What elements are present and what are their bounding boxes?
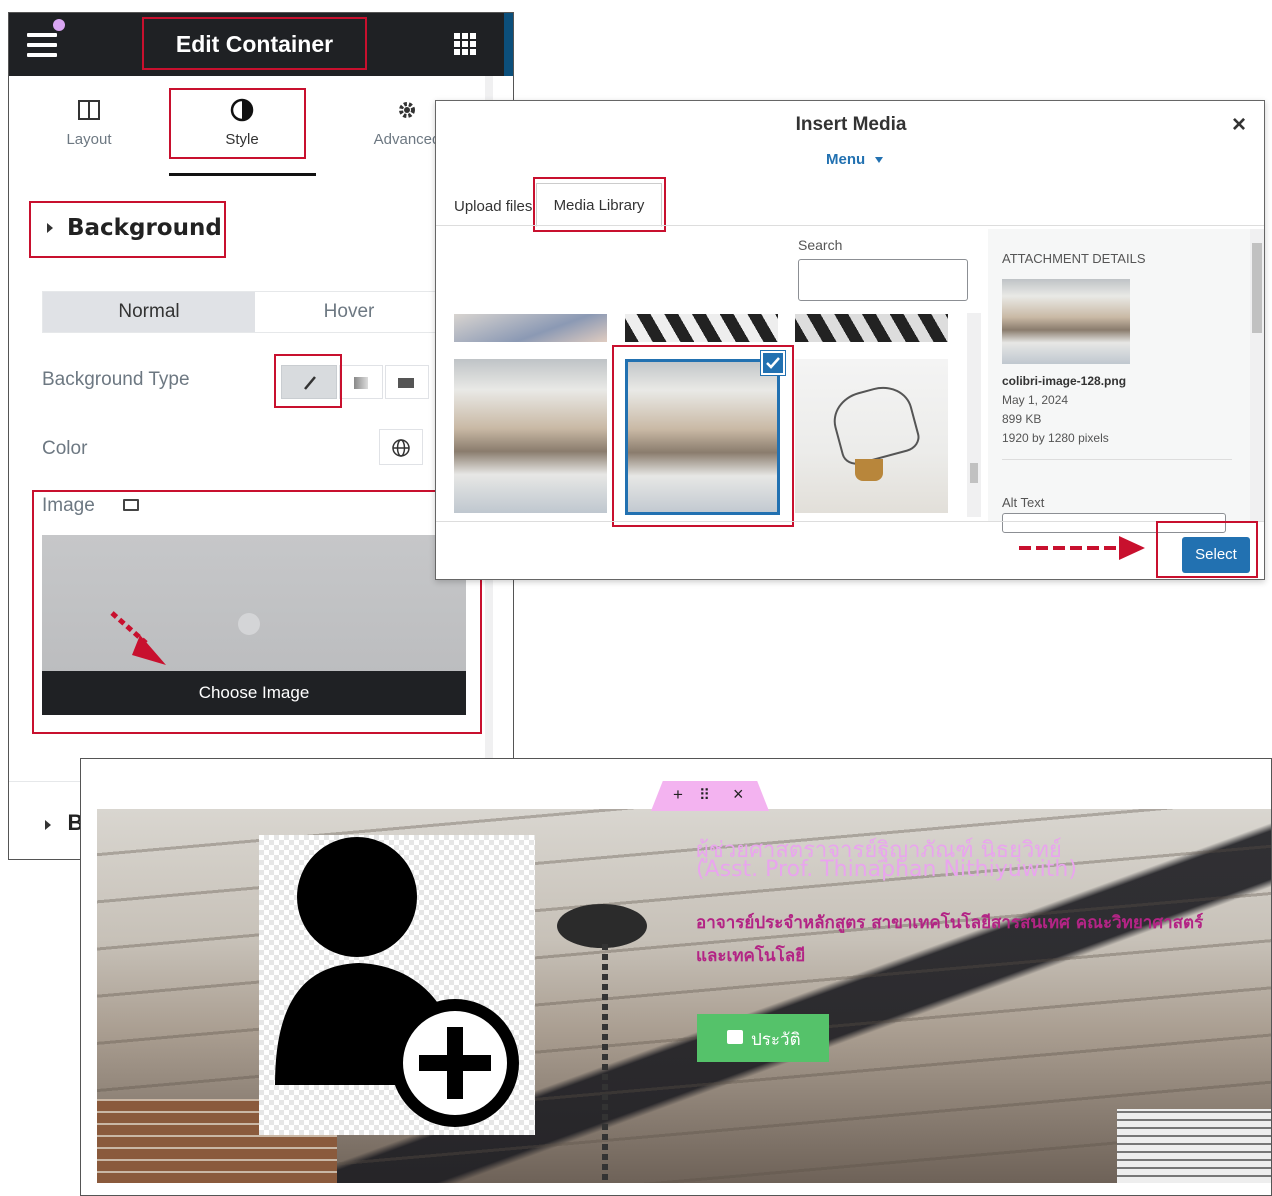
alt-text-label: Alt Text: [1002, 495, 1045, 510]
id-card-icon: [727, 1030, 743, 1044]
state-tabs: Normal Hover: [42, 291, 442, 333]
media-thumb-2[interactable]: [625, 314, 778, 342]
video-camera-icon: [398, 378, 414, 388]
editor-preview: + ⠿ × ผู้ช่วยศาสตราจารย์ฐิญาภัณฑ์ นิธยุว…: [80, 758, 1272, 1196]
modal-close-button[interactable]: ×: [1232, 111, 1246, 139]
toolbar-divider: [436, 521, 1264, 522]
add-element-icon[interactable]: +: [673, 785, 683, 805]
tab-style-label: Style: [225, 131, 259, 148]
gear-icon: [399, 102, 415, 118]
panel-edge: [504, 13, 513, 76]
active-tab-underline: [169, 173, 316, 176]
drag-handle-icon[interactable]: ⠿: [699, 786, 710, 804]
details-heading: ATTACHMENT DETAILS: [1002, 251, 1146, 266]
tab-layout[interactable]: Layout: [39, 97, 139, 148]
bg-type-gradient-button[interactable]: [339, 365, 383, 399]
modal-title: Insert Media: [795, 114, 907, 135]
history-button[interactable]: ประวัติ: [697, 1014, 829, 1062]
panel-header: Edit Container: [9, 13, 513, 76]
details-dimensions: 1920 by 1280 pixels: [1002, 431, 1109, 445]
state-tab-hover[interactable]: Hover: [255, 292, 443, 332]
search-label: Search: [798, 237, 843, 253]
attachment-details-sidebar: ATTACHMENT DETAILS colibri-image-128.png…: [988, 229, 1264, 533]
background-section-title: Background: [67, 215, 222, 241]
responsive-desktop-icon[interactable]: [123, 499, 139, 511]
background-section-toggle[interactable]: Background: [29, 203, 224, 258]
menu-dropdown-label: Menu: [826, 151, 866, 168]
insert-media-modal: Insert Media × Menu Upload files Media L…: [435, 100, 1265, 580]
red-arrow-icon: [110, 611, 166, 665]
media-thumb-1[interactable]: [454, 314, 607, 342]
media-thumb-basket[interactable]: [795, 359, 948, 513]
hamburger-menu-icon[interactable]: [27, 19, 65, 57]
color-label: Color: [42, 438, 88, 459]
dashed-arrow-icon: [1019, 536, 1145, 560]
bg-type-classic-button[interactable]: [281, 365, 337, 399]
globe-icon: [392, 439, 410, 457]
image-chooser[interactable]: Choose Image: [42, 535, 466, 715]
media-thumb-3[interactable]: [795, 314, 948, 342]
media-grid: [452, 311, 972, 521]
tab-media-library[interactable]: Media Library: [536, 183, 662, 227]
tab-advanced-label: Advanced: [373, 131, 441, 148]
tab-upload-files[interactable]: Upload files: [454, 198, 532, 215]
caret-right-icon: [45, 820, 51, 830]
details-date: May 1, 2024: [1002, 393, 1069, 407]
details-scrollbar[interactable]: [1250, 229, 1264, 521]
details-thumbnail: [1002, 279, 1130, 364]
ceiling-lamp: [557, 904, 647, 948]
profile-position-line1: อาจารย์ประจำหลักสูตร สาขาเทคโนโลยีสารสนเ…: [696, 913, 1204, 933]
menu-dropdown[interactable]: Menu: [826, 151, 884, 168]
dropdown-arrow-icon: [875, 157, 884, 164]
notification-dot-icon: [53, 19, 65, 31]
next-section-toggle[interactable]: B: [45, 810, 83, 836]
details-size: 899 KB: [1002, 412, 1042, 426]
brush-icon: [304, 376, 316, 390]
choose-image-button[interactable]: Choose Image: [42, 671, 466, 715]
background-type-label: Background Type: [42, 369, 190, 390]
tab-layout-label: Layout: [66, 131, 112, 148]
global-color-button[interactable]: [379, 429, 423, 465]
state-tab-normal[interactable]: Normal: [43, 292, 255, 332]
style-half-circle-icon: [230, 98, 254, 122]
image-placeholder-icon: [238, 613, 260, 635]
alt-text-input[interactable]: [1002, 513, 1226, 533]
details-filename: colibri-image-128.png: [1002, 374, 1127, 388]
selected-check-icon[interactable]: [761, 351, 785, 375]
media-grid-scrollbar[interactable]: [967, 313, 981, 517]
tab-style[interactable]: Style: [192, 97, 292, 148]
media-thumb-office-selected[interactable]: [625, 359, 780, 515]
container-toolbar: + ⠿ ×: [651, 781, 769, 811]
delete-element-icon[interactable]: ×: [733, 784, 744, 805]
profile-position-line2: และเทคโนโลยี: [696, 946, 806, 966]
bg-type-video-button[interactable]: [385, 365, 429, 399]
select-button[interactable]: Select: [1182, 537, 1250, 573]
profile-name-en: (Asst. Prof. Thinaphan Nithiyuwith): [696, 857, 1077, 882]
media-thumb-office-1[interactable]: [454, 359, 607, 513]
tabs-divider: [436, 225, 1264, 226]
apps-grid-icon[interactable]: [454, 33, 476, 55]
caret-right-icon: [47, 223, 53, 233]
image-label: Image: [42, 495, 95, 516]
history-button-label: ประวัติ: [751, 1030, 801, 1050]
search-input[interactable]: [798, 259, 968, 301]
layout-icon: [78, 100, 100, 120]
panel-title: Edit Container: [175, 31, 334, 57]
background-type-buttons: [277, 361, 447, 403]
add-user-icon: [275, 837, 519, 1127]
profile-avatar-image[interactable]: [259, 835, 535, 1135]
gradient-icon: [354, 377, 368, 389]
